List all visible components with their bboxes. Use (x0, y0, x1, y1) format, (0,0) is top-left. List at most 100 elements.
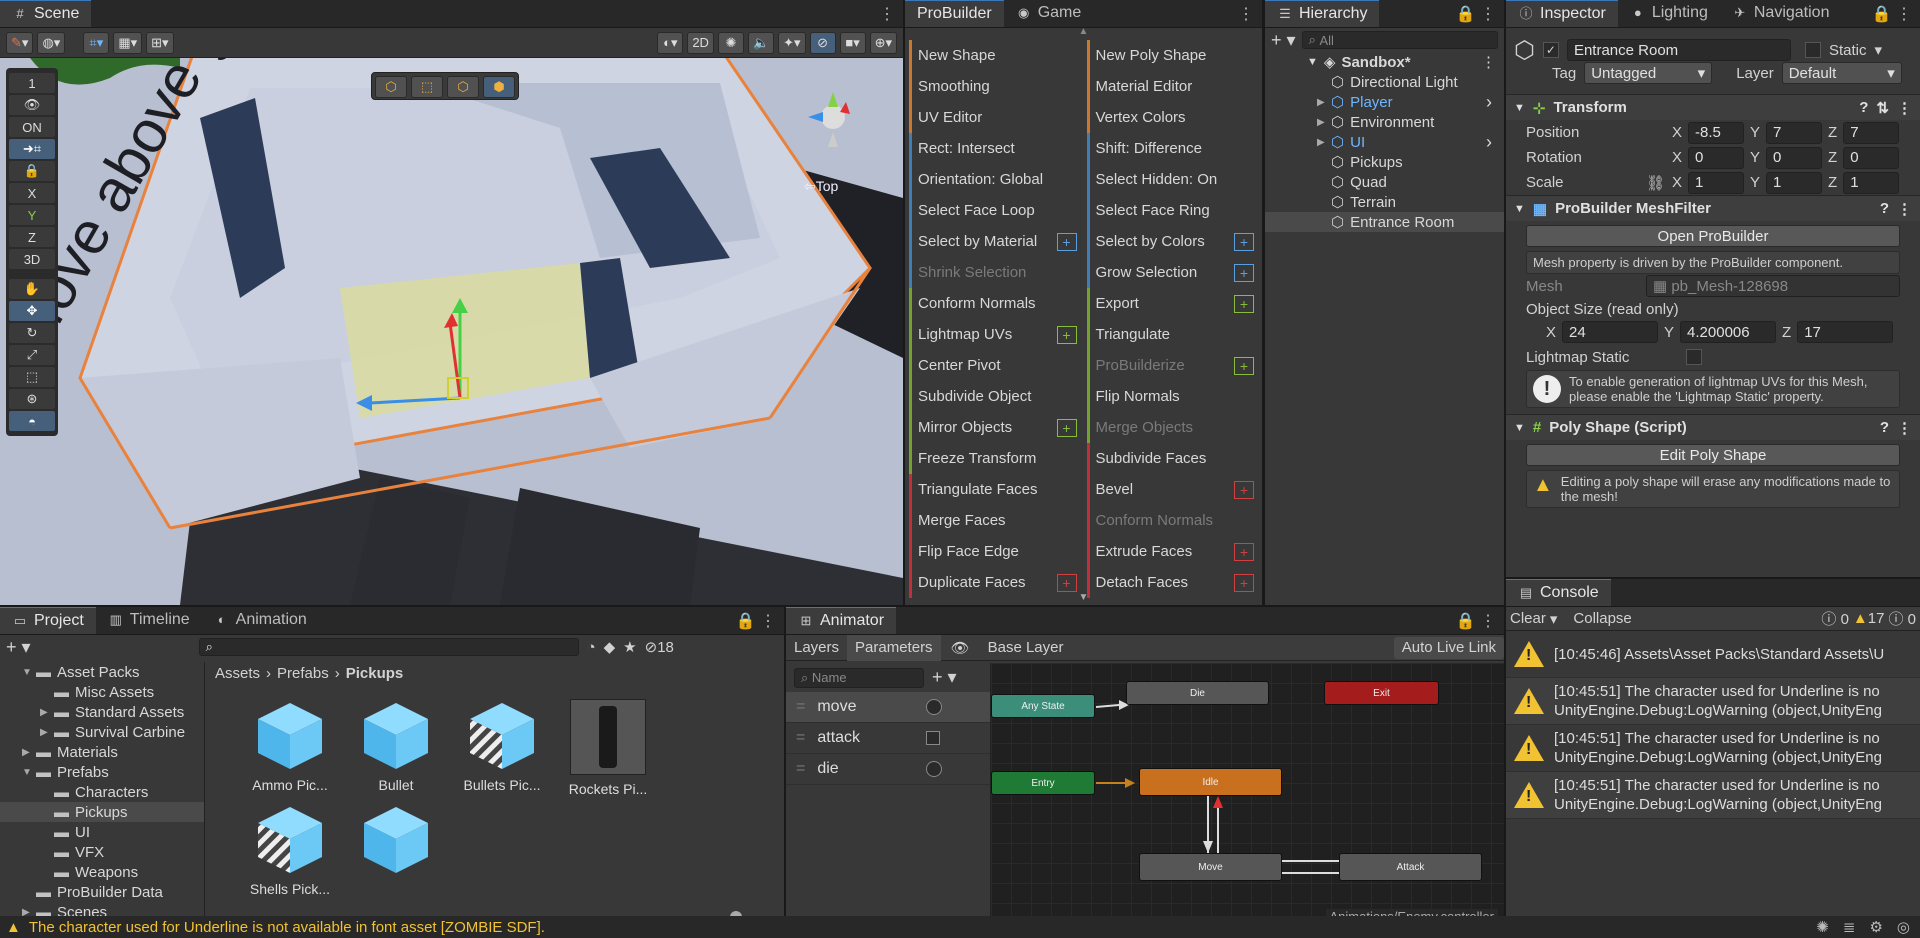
star-icon[interactable]: ★ (623, 638, 636, 656)
kebab-menu-icon[interactable]: ⋮ (1897, 99, 1912, 117)
asset-item[interactable]: Bullets Pic... (452, 699, 552, 797)
scene-root[interactable]: ▼ ◈ Sandbox* ⋮ (1265, 52, 1504, 72)
probuilder-action[interactable]: Extrude Faces + (1086, 536, 1257, 567)
custom-tool[interactable]: ◓ (9, 411, 55, 431)
tab-probuilder[interactable]: ProBuilder (905, 0, 1004, 27)
lock-menu-icon[interactable]: 🔒 ⋮ (1456, 611, 1496, 631)
node-move[interactable]: Move (1139, 853, 1282, 881)
lock-menu-icon[interactable]: 🔒 ⋮ (1456, 4, 1496, 24)
kebab-menu-icon[interactable]: ⋮ (1897, 419, 1912, 437)
scene-viewport[interactable]: Move above ground (0, 58, 903, 605)
lock-menu-icon[interactable]: 🔒 ⋮ (736, 611, 776, 631)
probuilder-action[interactable]: UV Editor (909, 102, 1079, 133)
on-toggle[interactable]: ON (9, 117, 55, 137)
snap-toggle[interactable]: ➜⌗ (9, 139, 55, 159)
kebab-menu-icon[interactable]: ⋮ (879, 4, 895, 24)
meshfilter-header[interactable]: ▼ ▦ ProBuilder MeshFilter ? ⋮ (1506, 195, 1920, 221)
warning-count-toggle[interactable]: ▲17 (1853, 610, 1885, 627)
probuilder-action[interactable]: Shrink Selection (909, 257, 1079, 288)
gizmos-button[interactable]: ⊕ ▾ (869, 31, 897, 54)
chevron-right-icon[interactable]: ▶ (40, 707, 54, 718)
rotation-y-field[interactable]: 0 (1766, 146, 1823, 169)
probuilder-action[interactable]: Merge Faces (909, 505, 1079, 536)
snap-button[interactable]: ⌗ ▾ (83, 31, 110, 54)
label-icon[interactable]: ◆ (604, 638, 616, 656)
orientation-gizmo[interactable]: ⇦Top (788, 72, 868, 194)
kebab-menu-icon[interactable]: ⋮ (1481, 53, 1496, 71)
help-icon[interactable]: ? (1859, 99, 1868, 116)
probuilder-action[interactable]: Shift: Difference (1086, 133, 1257, 164)
hierarchy-item[interactable]: ⬡ Entrance Room (1265, 212, 1504, 232)
tab-navigation[interactable]: ✈ Navigation (1720, 0, 1842, 27)
camera-button[interactable]: ■ ▾ (839, 31, 866, 54)
tab-project[interactable]: ▭ Project (0, 607, 96, 634)
parameter-row[interactable]: = attack (786, 723, 990, 754)
parameter-row[interactable]: = move (786, 692, 990, 723)
parameter-row[interactable]: = die (786, 754, 990, 785)
options-plus-icon[interactable]: + (1234, 356, 1254, 375)
layer-dropdown[interactable]: Default ▾ (1781, 62, 1902, 84)
probuilder-action[interactable]: Merge Objects (1086, 412, 1257, 443)
drag-handle-icon[interactable]: = (796, 760, 805, 778)
add-icon[interactable]: + ▾ (1271, 30, 1296, 51)
layer-count-field[interactable]: 1 (9, 73, 55, 93)
options-plus-icon[interactable]: + (1056, 418, 1077, 437)
add-parameter-button[interactable]: + ▾ (932, 667, 957, 688)
folder-tree-item[interactable]: ▬ Weapons (0, 862, 204, 882)
chevron-right-icon[interactable]: ▶ (1317, 117, 1331, 128)
drag-handle-icon[interactable]: = (796, 729, 805, 747)
move-tool[interactable]: ✥ (9, 301, 55, 321)
folder-tree-item[interactable]: ▬ Pickups (0, 802, 204, 822)
rotation-z-field[interactable]: 0 (1843, 146, 1900, 169)
error-count-toggle[interactable]: ⓘ 0 (1888, 608, 1916, 629)
probuilder-action[interactable]: Select Face Ring (1086, 195, 1257, 226)
clear-options-dropdown[interactable]: ▾ (1550, 610, 1558, 628)
link-scale-icon[interactable]: ⛓ (1646, 174, 1666, 192)
hierarchy-item[interactable]: ⬡ Pickups (1265, 152, 1504, 172)
eye-icon[interactable]: 👁 (941, 639, 980, 657)
probuilder-action[interactable]: Conform Normals (909, 288, 1079, 319)
open-prefab-icon[interactable]: › (1486, 132, 1492, 153)
probuilder-action[interactable]: Mirror Objects + (909, 412, 1079, 443)
chevron-right-icon[interactable]: ▶ (1317, 137, 1331, 148)
console-log-entry[interactable]: ! [10:45:51] The character used for Under… (1506, 725, 1920, 772)
console-log-entry[interactable]: ! [10:45:46] Assets\Asset Packs\Standard … (1506, 631, 1920, 678)
folder-tree-item[interactable]: ▬ UI (0, 822, 204, 842)
scroll-up-icon[interactable]: ▲ (905, 27, 1262, 37)
visibility-toggle[interactable]: 👁 (9, 95, 55, 115)
chevron-down-icon[interactable]: ▼ (22, 767, 36, 778)
kebab-menu-icon[interactable]: ⋮ (1897, 200, 1912, 218)
object-mode-button[interactable]: ⬡ (375, 76, 407, 98)
node-entry[interactable]: Entry (991, 771, 1095, 795)
scale-tool[interactable]: ⤢ (9, 345, 55, 365)
axis-y-toggle[interactable]: Y (9, 205, 55, 225)
options-plus-icon[interactable]: + (1056, 325, 1077, 344)
folder-tree-item[interactable]: ▶ ▬ Survival Carbine (0, 722, 204, 742)
scale-z-field[interactable]: 1 (1843, 171, 1900, 194)
options-plus-icon[interactable]: + (1234, 294, 1254, 313)
lock-menu-icon[interactable]: 🔒 ⋮ (1872, 4, 1912, 24)
open-probuilder-button[interactable]: Open ProBuilder (1526, 225, 1900, 247)
state-machine-graph[interactable]: Any State Die Exit Entry Idle Move Attac… (991, 663, 1504, 926)
parameter-bool-checkbox[interactable] (926, 731, 940, 745)
probuilder-action[interactable]: Smoothing (909, 71, 1079, 102)
position-y-field[interactable]: 7 (1766, 121, 1823, 144)
folder-tree-item[interactable]: ▶ ▬ Materials (0, 742, 204, 762)
increment-snap-button[interactable]: ⊞ ▾ (146, 31, 174, 54)
hierarchy-item[interactable]: ▶ ⬡ UI › (1265, 132, 1504, 152)
options-plus-icon[interactable]: + (1234, 573, 1254, 592)
folder-tree-item[interactable]: ▼ ▬ Asset Packs (0, 662, 204, 682)
probuilder-action[interactable]: Grow Selection + (1086, 257, 1257, 288)
scroll-down-icon[interactable]: ▼ (905, 592, 1262, 603)
probuilder-action[interactable]: Freeze Transform (909, 443, 1079, 474)
options-plus-icon[interactable]: + (1056, 232, 1077, 251)
probuilder-action[interactable]: New Shape (909, 40, 1079, 71)
probuilder-action[interactable]: Lightmap UVs + (909, 319, 1079, 350)
chevron-down-icon[interactable]: ▼ (22, 667, 36, 678)
probuilder-action[interactable]: Material Editor (1086, 71, 1257, 102)
probuilder-action[interactable]: Subdivide Faces (1086, 443, 1257, 474)
hierarchy-item[interactable]: ▶ ⬡ Player › (1265, 92, 1504, 112)
hierarchy-item[interactable]: ⬡ Terrain (1265, 192, 1504, 212)
status-message[interactable]: The character used for Underline is not … (29, 919, 545, 936)
hierarchy-item[interactable]: ▶ ⬡ Environment (1265, 112, 1504, 132)
